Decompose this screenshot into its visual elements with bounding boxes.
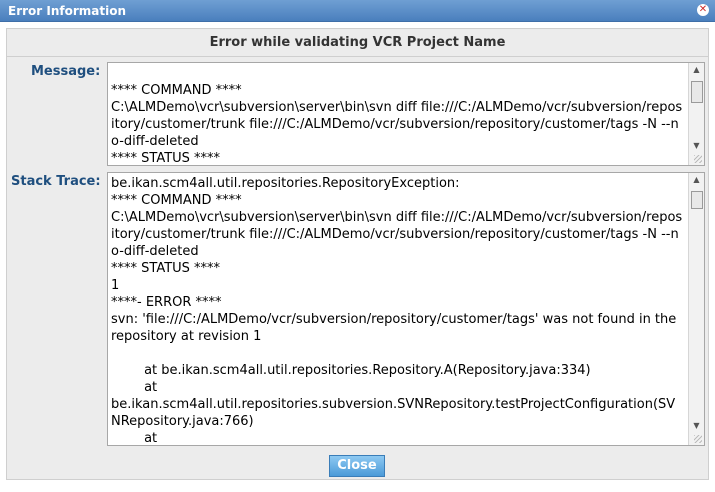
close-icon[interactable]: ✕ (697, 4, 709, 16)
scroll-down-icon[interactable]: ▼ (689, 139, 704, 153)
resize-grip-icon[interactable] (694, 435, 702, 443)
stack-trace-scrollbar[interactable]: ▲ ▼ (688, 173, 704, 445)
message-scroll-thumb[interactable] (691, 81, 703, 103)
title-bar: Error Information ✕ (0, 0, 715, 22)
message-label: Message: (31, 64, 101, 79)
scroll-up-icon[interactable]: ▲ (689, 63, 704, 77)
dialog-heading: Error while validating VCR Project Name (209, 35, 506, 50)
close-button[interactable]: Close (329, 455, 385, 477)
stack-trace-text: be.ikan.scm4all.util.repositories.Reposi… (111, 176, 683, 446)
scroll-down-icon[interactable]: ▼ (689, 419, 704, 433)
message-text: **** COMMAND **** C:\ALMDemo\vcr\subvers… (111, 83, 683, 166)
stack-trace-scroll-thumb[interactable] (691, 191, 703, 209)
resize-grip-icon[interactable] (694, 155, 702, 163)
message-scrollbar[interactable]: ▲ ▼ (688, 63, 704, 165)
stack-trace-label: Stack Trace: (11, 174, 101, 189)
heading-divider (7, 56, 708, 57)
window-title: Error Information (8, 4, 127, 18)
error-dialog: Error while validating VCR Project Name … (6, 28, 709, 480)
message-textarea[interactable]: **** COMMAND **** C:\ALMDemo\vcr\subvers… (107, 62, 705, 166)
scroll-up-icon[interactable]: ▲ (689, 173, 704, 187)
stack-trace-textarea[interactable]: be.ikan.scm4all.util.repositories.Reposi… (107, 172, 705, 446)
